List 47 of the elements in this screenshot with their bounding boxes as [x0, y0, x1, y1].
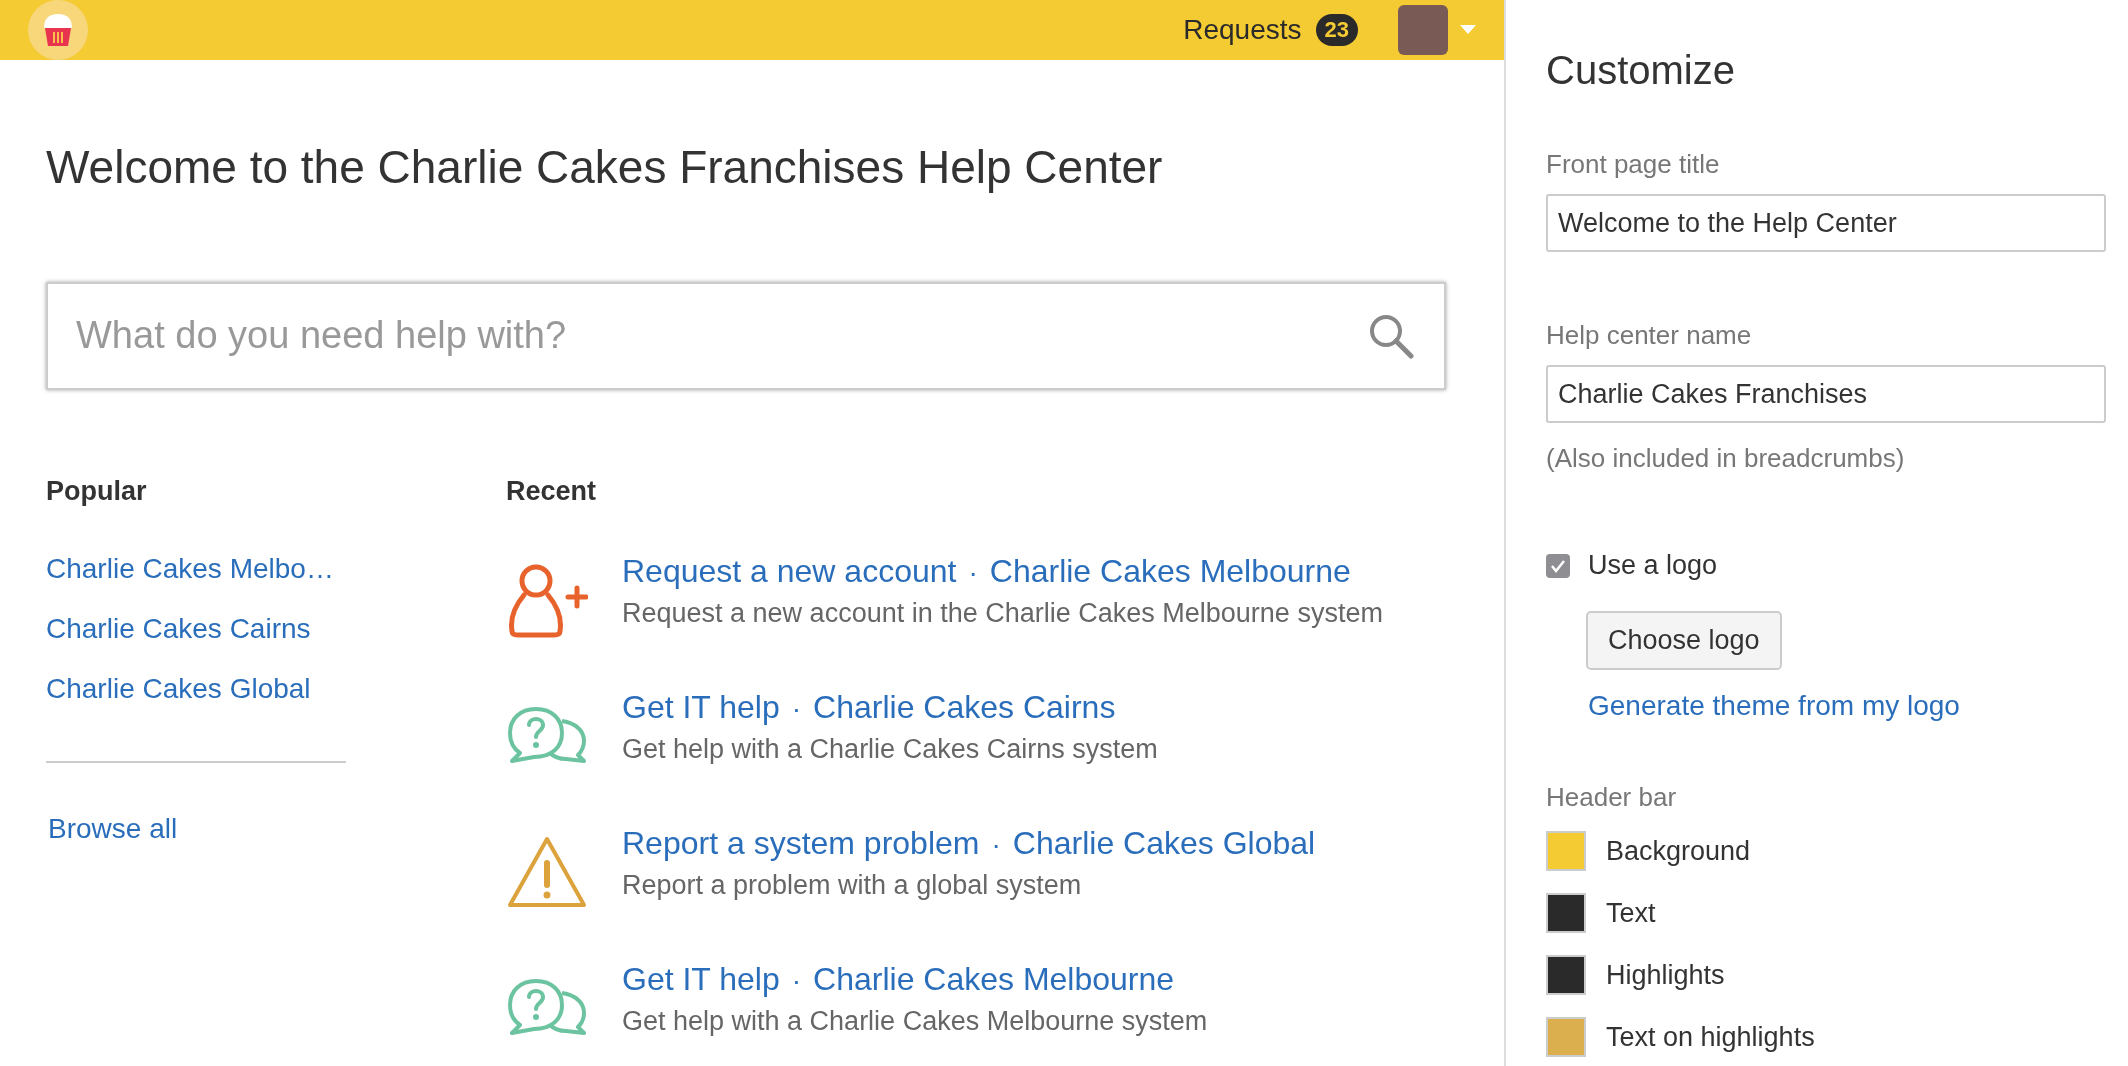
swatch-label: Text: [1606, 897, 1656, 929]
cupcake-logo-icon[interactable]: [28, 0, 88, 60]
front-page-title-field[interactable]: Welcome to the Help Center: [1546, 194, 2106, 252]
request-description: Report a problem with a global system: [622, 869, 1083, 901]
request-type-link[interactable]: Get IT help: [622, 960, 780, 998]
popular-heading: Popular: [46, 475, 148, 507]
generate-theme-link[interactable]: Generate theme from my logo: [1588, 690, 1960, 722]
color-swatch[interactable]: [1546, 955, 1586, 995]
choose-logo-button[interactable]: Choose logo: [1586, 611, 1782, 670]
request-type-link[interactable]: Request a new account: [622, 552, 957, 590]
separator-dot: ·: [791, 964, 802, 997]
requests-link[interactable]: Requests: [1183, 14, 1302, 46]
color-swatch[interactable]: [1546, 893, 1586, 933]
project-link[interactable]: Charlie Cakes Global: [1012, 824, 1316, 862]
request-type-link[interactable]: Report a system problem: [622, 824, 980, 862]
browse-all-link[interactable]: Browse all: [48, 812, 178, 845]
request-type-link[interactable]: Get IT help: [622, 688, 780, 726]
swatch-label: Highlights: [1606, 959, 1725, 991]
section-label: Header bar: [1546, 782, 1678, 813]
color-swatch[interactable]: [1546, 831, 1586, 871]
swatch-label: Text on highlights: [1606, 1021, 1815, 1053]
popular-link[interactable]: Charlie Cakes Melbo…: [46, 552, 334, 585]
popular-link[interactable]: Charlie Cakes Global: [46, 672, 311, 705]
color-swatch[interactable]: [1546, 1017, 1586, 1057]
request-description: Get help with a Charlie Cakes Melbourne system: [622, 1005, 1208, 1037]
project-link[interactable]: Charlie Cakes Melbourne: [989, 552, 1351, 590]
request-description: Get help with a Charlie Cakes Cairns system: [622, 733, 1158, 765]
separator-dot: ·: [791, 692, 802, 725]
use-logo-checkbox[interactable]: [1546, 553, 1570, 578]
project-link[interactable]: Charlie Cakes Melbourne: [813, 960, 1175, 998]
page-title: Welcome to the Charlie Cakes Franchises Help Center: [46, 140, 1164, 195]
request-description: Request a new account in the Charlie Cakes Melbourne system: [622, 597, 1383, 629]
checkbox-label: Use a logo: [1588, 550, 1718, 581]
field-label: Front page title: [1546, 149, 1721, 180]
customize-heading: Customize: [1546, 48, 1736, 93]
help-center-name-field[interactable]: Charlie Cakes Franchises: [1546, 365, 2106, 423]
recent-heading: Recent: [506, 475, 598, 507]
search-field[interactable]: What do you need help with?: [46, 281, 1446, 390]
swatch-label: Background: [1606, 835, 1751, 867]
separator-dot: ·: [968, 556, 978, 589]
project-link[interactable]: Charlie Cakes Cairns: [813, 688, 1116, 726]
separator-dot: ·: [991, 828, 1001, 861]
request-count: 23: [1315, 14, 1358, 46]
popular-link[interactable]: Charlie Cakes Cairns: [46, 612, 311, 645]
field-label: Help center name: [1546, 320, 1753, 351]
field-note: (Also included in breadcrumbs): [1546, 443, 1906, 474]
search-icon[interactable]: [1368, 312, 1414, 359]
